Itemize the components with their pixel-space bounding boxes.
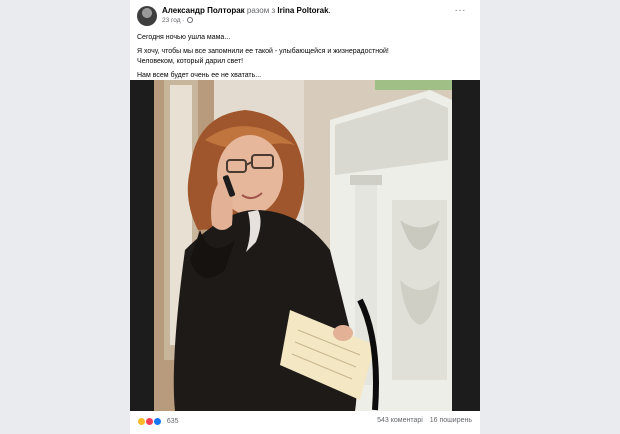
- post-line: Я хочу, чтобы мы все запомнили ее такой …: [137, 48, 389, 55]
- meta-separator: ·: [182, 17, 185, 24]
- globe-icon: [187, 17, 194, 23]
- post-time[interactable]: 23 год: [162, 17, 181, 24]
- comments-count[interactable]: 543 коментарі: [377, 417, 423, 424]
- tagged-user[interactable]: Irina Poltorak: [277, 6, 328, 15]
- photo-illustration: [130, 80, 480, 411]
- facebook-post-card: Александр Полторак разом з Irina Poltora…: [130, 0, 480, 434]
- post-line: Сегодня ночью ушла мама...: [137, 34, 231, 41]
- reaction-summary[interactable]: 635: [137, 417, 179, 427]
- post-text: Сегодня ночью ушла мама... Я хочу, чтобы…: [137, 33, 472, 81]
- author-name[interactable]: Александр Полторак: [162, 6, 245, 15]
- more-icon[interactable]: ···: [455, 6, 467, 16]
- post-header: Александр Полторак разом з Irina Poltora…: [137, 6, 474, 28]
- shares-count[interactable]: 16 поширень: [430, 417, 472, 424]
- avatar[interactable]: [137, 6, 157, 26]
- post-photo[interactable]: [130, 80, 480, 411]
- reactions-count: 635: [166, 418, 179, 425]
- post-meta: 23 год ·: [162, 17, 194, 25]
- like-icon: [152, 417, 162, 426]
- post-stats: 543 коментарі 16 поширень: [372, 417, 472, 424]
- tagged-suffix: .: [328, 6, 331, 15]
- with-label: разом з: [246, 6, 276, 15]
- post-line: Человеком, который дарил свет!: [137, 58, 244, 65]
- post-footer: 635 543 коментарі 16 поширень: [130, 411, 480, 434]
- author-line: Александр Полторак разом з Irina Poltora…: [162, 6, 331, 16]
